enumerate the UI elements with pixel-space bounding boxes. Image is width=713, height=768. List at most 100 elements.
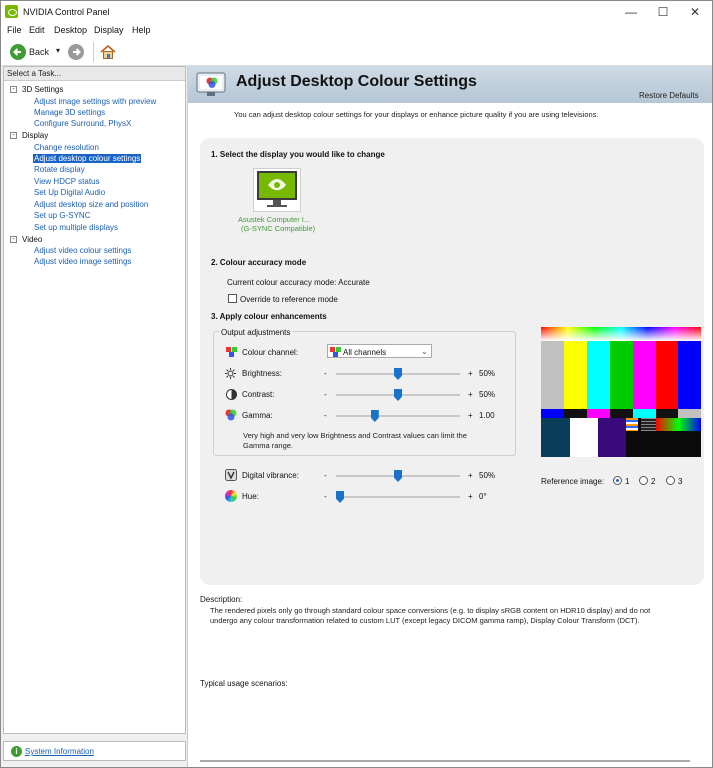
section-1-heading: 1. Select the display you would like to … bbox=[211, 150, 385, 159]
tree-item-multiple-displays[interactable]: Set up multiple displays bbox=[34, 223, 118, 232]
tree-toggle-display[interactable]: - bbox=[10, 132, 17, 139]
intro-text: You can adjust desktop colour settings f… bbox=[234, 110, 599, 119]
toolbar: Back ▾ bbox=[1, 38, 712, 66]
display-selector[interactable] bbox=[253, 168, 301, 212]
chevron-down-icon: ⌄ bbox=[421, 347, 428, 356]
reference-option-2: 2 bbox=[651, 477, 656, 486]
title-bar: NVIDIA Control Panel — ☐ ✕ bbox=[1, 1, 712, 23]
tree-category-3d-settings[interactable]: 3D Settings bbox=[22, 85, 63, 94]
horizontal-scrollbar[interactable] bbox=[200, 760, 690, 762]
reverse-bars bbox=[541, 409, 701, 418]
tree-toggle-video[interactable]: - bbox=[10, 236, 17, 243]
minimize-button[interactable]: — bbox=[615, 1, 647, 23]
tree-item-adjust-image-settings[interactable]: Adjust image settings with preview bbox=[34, 97, 156, 106]
info-icon: i bbox=[11, 746, 22, 757]
colour-channel-value: All channels bbox=[343, 348, 387, 357]
desktop-colour-icon bbox=[196, 71, 228, 98]
system-info-bar: i System Information bbox=[3, 741, 186, 761]
tree-item-rotate-display[interactable]: Rotate display bbox=[34, 165, 85, 174]
tree-toggle-3d[interactable]: - bbox=[10, 86, 17, 93]
gamma-thumb[interactable] bbox=[370, 410, 379, 422]
menu-desktop[interactable]: Desktop bbox=[54, 25, 87, 35]
colour-channel-icon bbox=[226, 347, 237, 357]
hue-label: Hue: bbox=[242, 492, 259, 501]
maximize-button[interactable]: ☐ bbox=[647, 1, 679, 23]
contrast-slider[interactable] bbox=[336, 389, 460, 401]
override-checkbox[interactable] bbox=[228, 294, 237, 303]
colour-channel-label: Colour channel: bbox=[242, 348, 299, 357]
digital-vibrance-slider[interactable] bbox=[336, 470, 460, 482]
section-2-heading: 2. Colour accuracy mode bbox=[211, 258, 307, 267]
menu-edit[interactable]: Edit bbox=[29, 25, 45, 35]
back-arrow-icon[interactable] bbox=[10, 44, 26, 60]
tree-item-video-image[interactable]: Adjust video image settings bbox=[34, 257, 131, 266]
hue-thumb[interactable] bbox=[336, 491, 344, 503]
tree-category-display[interactable]: Display bbox=[22, 131, 48, 140]
menu-help[interactable]: Help bbox=[132, 25, 151, 35]
tree-item-digital-audio[interactable]: Set Up Digital Audio bbox=[34, 188, 105, 197]
monitor-icon bbox=[257, 171, 297, 207]
gamma-value: 1.00 bbox=[479, 411, 495, 420]
menu-display[interactable]: Display bbox=[94, 25, 124, 35]
tree-category-video[interactable]: Video bbox=[22, 235, 42, 244]
brightness-thumb[interactable] bbox=[394, 368, 402, 380]
tree-item-manage-3d-settings[interactable]: Manage 3D settings bbox=[34, 108, 105, 117]
reference-image bbox=[541, 327, 701, 457]
menu-file[interactable]: File bbox=[7, 25, 22, 35]
back-button[interactable]: Back bbox=[29, 47, 49, 57]
brightness-plus: + bbox=[468, 369, 473, 378]
page-title: Adjust Desktop Colour Settings bbox=[236, 73, 477, 90]
contrast-thumb[interactable] bbox=[394, 389, 402, 401]
hue-slider[interactable] bbox=[336, 491, 460, 503]
reference-radio-2[interactable] bbox=[639, 476, 648, 485]
tree-item-gsync[interactable]: Set up G-SYNC bbox=[34, 211, 90, 220]
colour-channel-dropdown[interactable]: All channels ⌄ bbox=[327, 344, 432, 358]
tree-item-video-colour[interactable]: Adjust video colour settings bbox=[34, 246, 131, 255]
gamma-track bbox=[336, 415, 460, 417]
gamma-icon bbox=[225, 409, 237, 421]
override-label: Override to reference mode bbox=[240, 295, 338, 304]
reference-option-3: 3 bbox=[678, 477, 683, 486]
gamma-plus: + bbox=[468, 411, 473, 420]
brightness-icon bbox=[225, 368, 236, 379]
forward-arrow-icon[interactable] bbox=[68, 44, 84, 60]
tree-item-configure-surround[interactable]: Configure Surround, PhysX bbox=[34, 119, 131, 128]
colour-bars bbox=[541, 341, 701, 409]
gamma-label: Gamma: bbox=[242, 411, 273, 420]
gamma-range-note: Very high and very low Brightness and Co… bbox=[243, 431, 467, 450]
settings-panel: 1. Select the display you would like to … bbox=[200, 138, 704, 585]
system-information-link[interactable]: System Information bbox=[25, 747, 94, 756]
toolbar-divider bbox=[93, 42, 94, 62]
brightness-minus: - bbox=[324, 369, 327, 378]
hue-gradient-strip bbox=[541, 327, 701, 341]
contrast-plus: + bbox=[468, 390, 473, 399]
display-subtitle: (G-SYNC Compatible) bbox=[241, 224, 316, 233]
restore-defaults-link[interactable]: Restore Defaults bbox=[639, 91, 699, 100]
main-content: Adjust Desktop Colour Settings Restore D… bbox=[187, 66, 712, 767]
brightness-slider[interactable] bbox=[336, 368, 460, 380]
tree-item-size-position[interactable]: Adjust desktop size and position bbox=[34, 200, 148, 209]
reference-radio-3[interactable] bbox=[666, 476, 675, 485]
close-button[interactable]: ✕ bbox=[679, 1, 711, 23]
tree-item-view-hdcp[interactable]: View HDCP status bbox=[34, 177, 100, 186]
brightness-label: Brightness: bbox=[242, 369, 283, 378]
hue-plus: + bbox=[468, 492, 473, 501]
page-banner: Adjust Desktop Colour Settings Restore D… bbox=[188, 66, 712, 103]
menu-bar: File Edit Desktop Display Help bbox=[1, 23, 712, 38]
pluge-bars bbox=[541, 418, 701, 457]
all-channels-icon bbox=[330, 347, 341, 357]
back-dropdown-icon[interactable]: ▾ bbox=[56, 46, 60, 55]
tree-item-adjust-desktop-colour[interactable]: Adjust desktop colour settings bbox=[33, 154, 142, 163]
gamma-slider[interactable] bbox=[336, 410, 460, 422]
vibrance-plus: + bbox=[468, 471, 473, 480]
hue-icon bbox=[225, 490, 237, 502]
tree-item-change-resolution[interactable]: Change resolution bbox=[34, 143, 99, 152]
contrast-value: 50% bbox=[479, 390, 496, 399]
reference-radio-1[interactable] bbox=[613, 476, 622, 485]
reference-option-1: 1 bbox=[625, 477, 630, 486]
digital-vibrance-value: 50% bbox=[479, 471, 496, 480]
vibrance-thumb[interactable] bbox=[394, 470, 402, 482]
description-text: The rendered pixels only go through stan… bbox=[210, 606, 651, 625]
hue-minus: - bbox=[324, 492, 327, 501]
home-icon[interactable] bbox=[99, 43, 117, 61]
